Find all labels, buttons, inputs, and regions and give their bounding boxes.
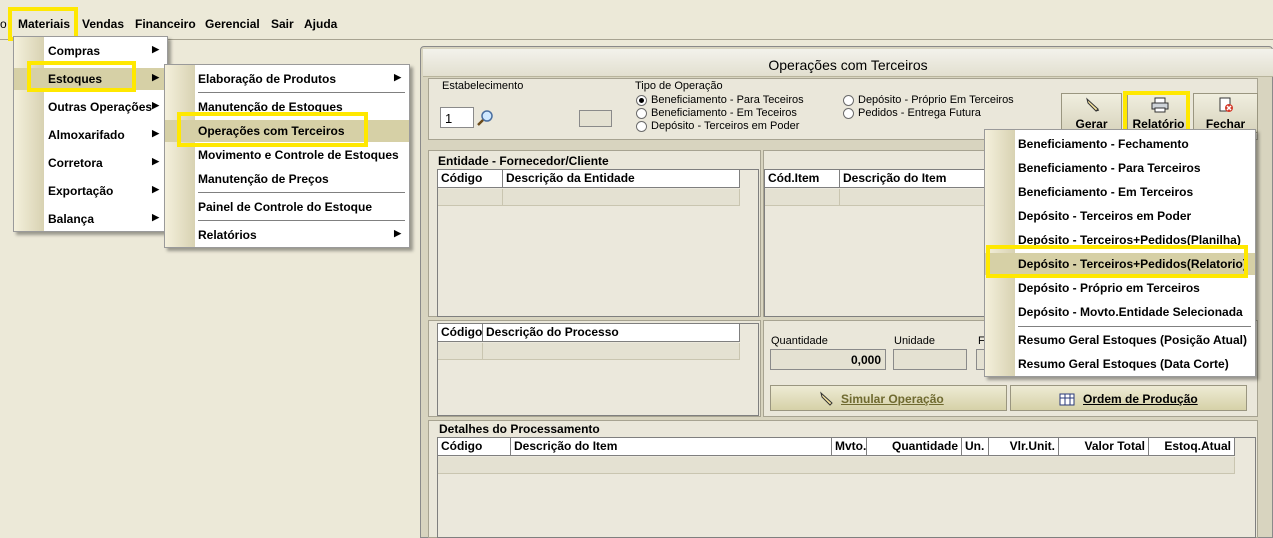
rel-deposito-movto[interactable]: Depósito - Movto.Entidade Selecionada: [985, 301, 1255, 323]
entidade-grid[interactable]: Código Descrição da Entidade: [437, 169, 759, 317]
col-descricao-entidade[interactable]: Descrição da Entidade: [503, 170, 740, 188]
submenu-arrow-icon: ▶: [152, 72, 159, 82]
search-icon[interactable]: [476, 109, 494, 127]
entidade-title: Entidade - Fornecedor/Cliente: [438, 154, 609, 168]
table-row[interactable]: [438, 457, 1235, 474]
ordem-icon: [1059, 393, 1075, 406]
radio-pedidos[interactable]: [843, 108, 854, 119]
tipo-operacao-label: Tipo de Operação: [635, 80, 723, 92]
rel-resumo-posicao-atual[interactable]: Resumo Geral Estoques (Posição Atual): [985, 329, 1255, 351]
col-codigo-processo[interactable]: Código: [438, 324, 483, 342]
rel-resumo-data-corte[interactable]: Resumo Geral Estoques (Data Corte): [985, 353, 1255, 375]
menu-estoques-dropdown: Elaboração de Produtos ▶ Manutenção de Es…: [164, 64, 410, 248]
menu-item-relatorios[interactable]: Relatórios ▶: [165, 224, 409, 246]
submenu-arrow-icon: ▶: [394, 228, 401, 238]
radio-deposito-proprio[interactable]: [843, 95, 854, 106]
item-grid[interactable]: Cód.Item Descrição do Item: [764, 169, 993, 317]
fechar-button[interactable]: Fechar: [1193, 93, 1258, 133]
rel-deposito-terceiros-poder[interactable]: Depósito - Terceiros em Poder: [985, 205, 1255, 227]
table-row[interactable]: [438, 189, 503, 206]
estabelecimento-label: Estabelecimento: [442, 80, 524, 92]
radio-label-deposito-proprio: Depósito - Próprio Em Terceiros: [858, 94, 1014, 106]
window-titlebar: Operações com Terceiros: [423, 49, 1273, 77]
submenu-arrow-icon: ▶: [152, 212, 159, 222]
quantidade-label: Quantidade: [771, 335, 828, 347]
rel-deposito-proprio[interactable]: Depósito - Próprio em Terceiros: [985, 277, 1255, 299]
menu-item-corretora[interactable]: Corretora ▶: [14, 152, 167, 174]
menubar-cut-item[interactable]: o: [0, 17, 7, 31]
quantidade-input[interactable]: 0,000: [770, 349, 886, 370]
highlight-deposito-relatorio: [986, 245, 1248, 278]
menu-gerencial[interactable]: Gerencial: [205, 17, 260, 31]
submenu-arrow-icon: ▶: [394, 72, 401, 82]
processo-grid[interactable]: Código Descrição do Processo: [437, 323, 759, 416]
submenu-arrow-icon: ▶: [152, 128, 159, 138]
submenu-arrow-icon: ▶: [152, 100, 159, 110]
unidade-label: Unidade: [894, 335, 935, 347]
table-row[interactable]: [503, 189, 740, 206]
col-det-valor-total[interactable]: Valor Total: [1059, 438, 1149, 456]
menu-bar: o Materiais Vendas Financeiro Gerencial …: [0, 0, 1273, 40]
rel-beneficiamento-para[interactable]: Beneficiamento - Para Terceiros: [985, 157, 1255, 179]
menu-item-balanca[interactable]: Balança ▶: [14, 208, 167, 230]
menu-item-painel-controle[interactable]: Painel de Controle do Estoque: [165, 196, 409, 218]
table-row[interactable]: [765, 189, 840, 206]
menu-ajuda[interactable]: Ajuda: [304, 17, 337, 31]
simular-label: Simular Operação: [841, 392, 944, 406]
radio-beneficiamento-em[interactable]: [636, 108, 647, 119]
col-descricao-processo[interactable]: Descrição do Processo: [483, 324, 740, 342]
table-row[interactable]: [840, 189, 993, 206]
submenu-arrow-icon: ▶: [152, 184, 159, 194]
menu-item-outras-operacoes[interactable]: Outras Operações ▶: [14, 96, 167, 118]
col-det-quantidade[interactable]: Quantidade: [867, 438, 962, 456]
rel-beneficiamento-fechamento[interactable]: Beneficiamento - Fechamento: [985, 133, 1255, 155]
radio-label-beneficiamento-para: Beneficiamento - Para Teceiros: [651, 94, 804, 106]
table-row[interactable]: [483, 343, 740, 360]
col-det-estoq-atual[interactable]: Estoq.Atual: [1149, 438, 1235, 456]
detalhes-grid[interactable]: Código Descrição do Item Mvto. Quantidad…: [437, 437, 1256, 538]
col-det-descricao[interactable]: Descrição do Item: [511, 438, 832, 456]
radio-label-beneficiamento-em: Beneficiamento - Em Teceiros: [651, 107, 797, 119]
ordem-producao-button[interactable]: Ordem de Produção: [1010, 385, 1247, 411]
col-det-mvto[interactable]: Mvto.: [832, 438, 867, 456]
menu-item-almoxarifado[interactable]: Almoxarifado ▶: [14, 124, 167, 146]
radio-deposito-terceiros[interactable]: [636, 121, 647, 132]
simular-operacao-button[interactable]: Simular Operação: [770, 385, 1007, 411]
radio-beneficiamento-para[interactable]: [636, 95, 647, 106]
menu-item-elaboracao[interactable]: Elaboração de Produtos ▶: [165, 68, 409, 90]
menu-item-compras[interactable]: Compras ▶: [14, 40, 167, 62]
highlight-operacoes-terceiros: [177, 112, 368, 147]
col-det-codigo[interactable]: Código: [438, 438, 511, 456]
col-det-un[interactable]: Un.: [962, 438, 989, 456]
unidade-input[interactable]: [893, 349, 967, 370]
submenu-arrow-icon: ▶: [152, 156, 159, 166]
menu-financeiro[interactable]: Financeiro: [135, 17, 196, 31]
col-cod-item[interactable]: Cód.Item: [765, 170, 840, 188]
highlight-estoques: [27, 61, 136, 92]
menu-item-manutencao-precos[interactable]: Manutenção de Preços: [165, 168, 409, 190]
gerar-button[interactable]: Gerar: [1061, 93, 1122, 133]
detalhes-title: Detalhes do Processamento: [439, 422, 600, 436]
estabelecimento-desc: [579, 110, 612, 127]
simular-icon: [820, 391, 833, 406]
radio-label-deposito-terceiros: Depósito - Terceiros em Poder: [651, 120, 800, 132]
ordem-label: Ordem de Produção: [1083, 392, 1198, 406]
estabelecimento-input[interactable]: 1: [440, 107, 474, 128]
rel-beneficiamento-em[interactable]: Beneficiamento - Em Terceiros: [985, 181, 1255, 203]
col-descricao-item[interactable]: Descrição do Item: [840, 170, 993, 188]
radio-label-pedidos: Pedidos - Entrega Futura: [858, 107, 981, 119]
menu-vendas[interactable]: Vendas: [82, 17, 124, 31]
menu-item-exportacao[interactable]: Exportação ▶: [14, 180, 167, 202]
col-det-vlr-unit[interactable]: Vlr.Unit.: [989, 438, 1059, 456]
submenu-arrow-icon: ▶: [152, 44, 159, 54]
close-icon: [1219, 97, 1233, 112]
table-row[interactable]: [438, 343, 483, 360]
gerar-icon: [1086, 97, 1100, 112]
menu-sair[interactable]: Sair: [271, 17, 294, 31]
window-title: Operações com Terceiros: [768, 57, 928, 73]
col-codigo[interactable]: Código: [438, 170, 503, 188]
menu-item-movimento[interactable]: Movimento e Controle de Estoques: [165, 144, 409, 166]
